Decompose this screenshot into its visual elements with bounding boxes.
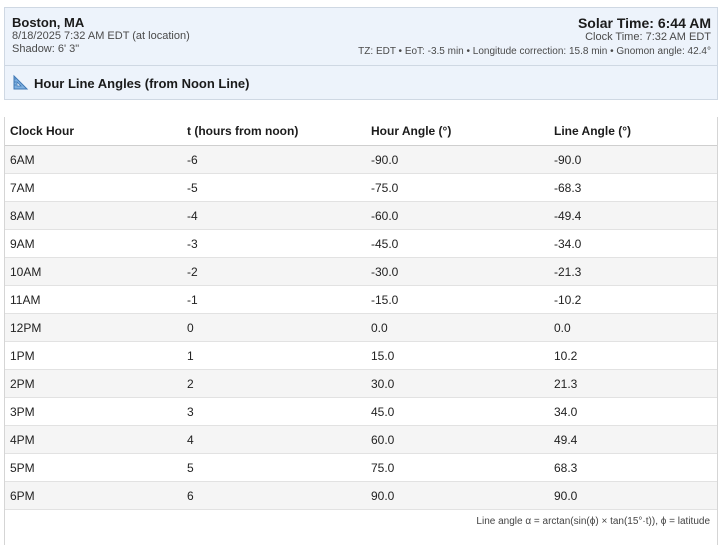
cell-line-angle: -21.3	[549, 257, 717, 286]
cell-hour-angle: -30.0	[366, 257, 549, 286]
cell-clock-hour: 9AM	[5, 229, 182, 258]
table-row: 1PM 1 15.0 10.2	[5, 341, 717, 370]
shadow-length: Shadow: 6' 3"	[12, 43, 80, 55]
location-name: Boston, MA	[12, 15, 85, 30]
table-row: 9AM -3 -45.0 -34.0	[5, 229, 717, 258]
cell-clock-hour: 1PM	[5, 341, 182, 370]
cell-t: -2	[182, 257, 366, 286]
cell-line-angle: 34.0	[549, 397, 717, 426]
cell-hour-angle: 45.0	[366, 397, 549, 426]
cell-t: 2	[182, 369, 366, 398]
hour-angle-table: Clock Hour t (hours from noon) Hour Angl…	[5, 117, 717, 510]
cell-t: -4	[182, 201, 366, 230]
cell-clock-hour: 11AM	[5, 285, 182, 314]
time-correction-meta: TZ: EDT • EoT: -3.5 min • Longitude corr…	[358, 46, 711, 57]
cell-line-angle: 21.3	[549, 369, 717, 398]
cell-hour-angle: 75.0	[366, 453, 549, 482]
triangle-ruler-icon	[13, 74, 29, 90]
cell-hour-angle: -90.0	[366, 145, 549, 174]
cell-hour-angle: -15.0	[366, 285, 549, 314]
table-row: 7AM -5 -75.0 -68.3	[5, 173, 717, 202]
solar-time: Solar Time: 6:44 AM	[577, 15, 711, 31]
table-row: 11AM -1 -15.0 -10.2	[5, 285, 717, 314]
cell-clock-hour: 4PM	[5, 425, 182, 454]
table-row: 12PM 0 0.0 0.0	[5, 313, 717, 342]
cell-hour-angle: 30.0	[366, 369, 549, 398]
cell-hour-angle: 90.0	[366, 481, 549, 510]
cell-clock-hour: 7AM	[5, 173, 182, 202]
cell-line-angle: -10.2	[549, 285, 717, 314]
table-row: 10AM -2 -30.0 -21.3	[5, 257, 717, 286]
cell-t: 4	[182, 425, 366, 454]
table-header-row: Clock Hour t (hours from noon) Hour Angl…	[5, 117, 717, 146]
cell-hour-angle: -60.0	[366, 201, 549, 230]
cell-line-angle: 68.3	[549, 453, 717, 482]
cell-line-angle: -49.4	[549, 201, 717, 230]
cell-t: -5	[182, 173, 366, 202]
cell-t: 1	[182, 341, 366, 370]
cell-t: -3	[182, 229, 366, 258]
cell-hour-angle: 60.0	[366, 425, 549, 454]
column-header-line-angle: Line Angle (°)	[549, 117, 717, 146]
cell-clock-hour: 6PM	[5, 481, 182, 510]
column-header-clock-hour: Clock Hour	[5, 117, 182, 146]
section-title: Hour Line Angles (from Noon Line)	[34, 76, 250, 91]
section-header: Hour Line Angles (from Noon Line)	[4, 66, 718, 100]
cell-clock-hour: 8AM	[5, 201, 182, 230]
cell-line-angle: 90.0	[549, 481, 717, 510]
cell-clock-hour: 5PM	[5, 453, 182, 482]
cell-clock-hour: 3PM	[5, 397, 182, 426]
cell-t: -1	[182, 285, 366, 314]
location-header: Boston, MA 8/18/2025 7:32 AM EDT (at loc…	[4, 7, 718, 66]
local-datetime: 8/18/2025 7:32 AM EDT (at location)	[12, 30, 190, 42]
clock-time: Clock Time: 7:32 AM EDT	[585, 31, 711, 43]
cell-clock-hour: 2PM	[5, 369, 182, 398]
column-header-t: t (hours from noon)	[182, 117, 366, 146]
cell-hour-angle: -75.0	[366, 173, 549, 202]
cell-hour-angle: 0.0	[366, 313, 549, 342]
cell-hour-angle: -45.0	[366, 229, 549, 258]
table-row: 6PM 6 90.0 90.0	[5, 481, 717, 510]
cell-clock-hour: 12PM	[5, 313, 182, 342]
table-row: 5PM 5 75.0 68.3	[5, 453, 717, 482]
cell-t: 6	[182, 481, 366, 510]
table-row: 6AM -6 -90.0 -90.0	[5, 145, 717, 174]
formula-footnote: Line angle α = arctan(sin(ϕ) × tan(15°·t…	[476, 516, 710, 527]
table-row: 2PM 2 30.0 21.3	[5, 369, 717, 398]
cell-t: 0	[182, 313, 366, 342]
table-row: 4PM 4 60.0 49.4	[5, 425, 717, 454]
cell-hour-angle: 15.0	[366, 341, 549, 370]
cell-line-angle: -68.3	[549, 173, 717, 202]
cell-t: 3	[182, 397, 366, 426]
table-row: 8AM -4 -60.0 -49.4	[5, 201, 717, 230]
cell-line-angle: -90.0	[549, 145, 717, 174]
table-row: 3PM 3 45.0 34.0	[5, 397, 717, 426]
cell-line-angle: 0.0	[549, 313, 717, 342]
hour-angle-table-panel: Clock Hour t (hours from noon) Hour Angl…	[4, 117, 718, 545]
cell-clock-hour: 6AM	[5, 145, 182, 174]
column-header-hour-angle: Hour Angle (°)	[366, 117, 549, 146]
cell-line-angle: 49.4	[549, 425, 717, 454]
cell-line-angle: 10.2	[549, 341, 717, 370]
cell-clock-hour: 10AM	[5, 257, 182, 286]
cell-t: 5	[182, 453, 366, 482]
cell-line-angle: -34.0	[549, 229, 717, 258]
cell-t: -6	[182, 145, 366, 174]
